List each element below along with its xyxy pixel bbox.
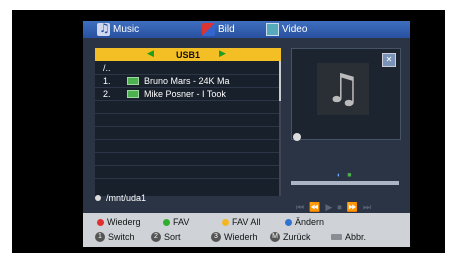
playback-controls: ⏮ ⏪ ▶ ⏹ ⏩ ⏭ (296, 203, 371, 213)
media-browser-panel: Music Bild Video ◀ USB1 ▶ /.. 1. (83, 21, 410, 247)
legend-blue-label: Ändern (295, 217, 325, 227)
tab-bild-label: Bild (218, 24, 235, 35)
album-art: ♫ (317, 63, 369, 115)
legend-yellow: FAV All (222, 217, 260, 227)
legend-red: Wiederg (97, 217, 141, 227)
yellow-button-icon (222, 218, 229, 226)
play-icon[interactable]: ▶ (325, 203, 332, 213)
legend-exit-label: Abbr. (345, 232, 367, 242)
list-item-number: /.. (103, 63, 111, 73)
music-note-icon (97, 21, 110, 36)
current-path: /mnt/uda1 (95, 193, 146, 203)
legend-key-3-label: Wiederh (224, 232, 258, 242)
list-item-number: 1. (103, 76, 111, 86)
playback-progress-bar[interactable] (291, 181, 399, 185)
tab-music-label: Music (113, 24, 140, 35)
legend-key-1: 1 Switch (95, 232, 135, 242)
preview-pane: ♫ ✕ (291, 48, 401, 140)
list-scrollbar[interactable] (279, 61, 281, 196)
key-legend: Wiederg FAV FAV All Ändern 1 Switch 2 So… (83, 213, 410, 247)
list-item-number: 2. (103, 89, 111, 99)
legend-row-keys: 1 Switch 2 Sort 3 Wiederh M Zurück Abbr. (83, 230, 410, 244)
status-icons: ◐ ■ (337, 172, 351, 179)
list-item[interactable]: 1. Bruno Mars - 24K Ma (95, 75, 279, 88)
empty-row (95, 153, 279, 166)
list-item-parent[interactable]: /.. (95, 62, 279, 75)
arrow-right-icon[interactable]: ▶ (219, 49, 226, 59)
red-button-icon (97, 218, 104, 226)
legend-key-2: 2 Sort (151, 232, 181, 242)
video-icon (266, 23, 279, 36)
source-selector[interactable]: ◀ USB1 ▶ (95, 48, 281, 61)
list-item[interactable]: 2. Mike Posner - I Took (95, 88, 279, 101)
legend-key-m-label: Zurück (283, 232, 311, 242)
music-note-large-icon: ♫ (325, 66, 361, 112)
rewind-icon[interactable]: ⏪ (309, 203, 320, 213)
empty-row (95, 140, 279, 153)
list-item-title: Mike Posner - I Took (144, 89, 226, 99)
legend-blue: Ändern (285, 217, 324, 227)
source-label: USB1 (175, 49, 200, 60)
tab-video-label: Video (282, 24, 308, 35)
speaker-mute-icon[interactable]: ✕ (382, 53, 396, 67)
key-m-icon: M (270, 232, 280, 242)
tab-video[interactable]: Video (266, 21, 307, 38)
legend-row-color: Wiederg FAV FAV All Ändern (83, 215, 410, 229)
file-list: ◀ USB1 ▶ /.. 1. Bruno Mars - 24K Ma 2. M… (95, 48, 281, 196)
green-button-icon (163, 218, 170, 226)
key-3-icon: 3 (211, 232, 221, 242)
list-item-title: Bruno Mars - 24K Ma (144, 76, 230, 86)
key-1-icon: 1 (95, 232, 105, 242)
tab-bar: Music Bild Video (83, 21, 410, 38)
key-2-icon: 2 (151, 232, 161, 242)
exit-key-icon (331, 234, 342, 240)
stop-icon[interactable]: ⏹ (337, 203, 342, 213)
audio-file-icon (127, 77, 139, 85)
legend-exit: Abbr. (331, 232, 366, 242)
audio-file-icon (127, 90, 139, 98)
volume-knob[interactable] (293, 133, 301, 141)
tab-bild[interactable]: Bild (202, 21, 235, 38)
empty-row (95, 166, 279, 179)
empty-row (95, 114, 279, 127)
legend-key-2-label: Sort (164, 232, 181, 242)
legend-key-m: M Zurück (270, 232, 311, 242)
scrollbar-thumb[interactable] (279, 61, 281, 101)
legend-key-3: 3 Wiederh (211, 232, 258, 242)
arrow-left-icon[interactable]: ◀ (147, 49, 154, 59)
legend-green-label: FAV (173, 217, 190, 227)
skip-forward-icon[interactable]: ⏭ (363, 203, 371, 213)
legend-key-1-label: Switch (108, 232, 135, 242)
legend-green: FAV (163, 217, 189, 227)
tab-music[interactable]: Music (97, 21, 139, 38)
blue-button-icon (285, 218, 292, 226)
skip-back-icon[interactable]: ⏮ (296, 203, 304, 213)
picture-icon (202, 23, 215, 36)
repeat-icon: ◐ (337, 172, 342, 179)
empty-row (95, 101, 279, 114)
path-text: /mnt/uda1 (106, 193, 147, 203)
folder-icon: ■ (347, 172, 352, 179)
empty-row (95, 127, 279, 140)
tv-screen: Music Bild Video ◀ USB1 ▶ /.. 1. (12, 10, 445, 253)
legend-red-label: Wiederg (107, 217, 141, 227)
fast-forward-icon[interactable]: ⏩ (347, 203, 358, 213)
legend-yellow-label: FAV All (232, 217, 261, 227)
folder-dot-icon (95, 195, 101, 201)
